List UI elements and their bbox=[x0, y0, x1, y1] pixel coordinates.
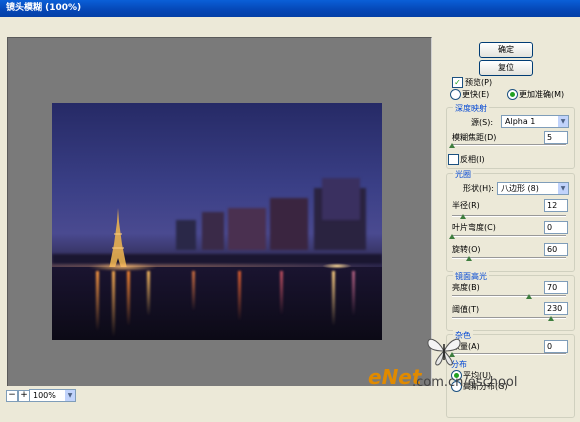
shape-value: 八边形 (8) bbox=[501, 184, 539, 193]
brightness-slider-thumb[interactable] bbox=[526, 294, 532, 299]
specular-header: 镜面高光 bbox=[453, 271, 489, 282]
invert-checkbox[interactable] bbox=[448, 154, 459, 165]
chevron-down-icon: ▼ bbox=[558, 183, 568, 194]
rotation-label: 旋转(O) bbox=[452, 245, 481, 254]
threshold-label: 阈值(T) bbox=[452, 305, 480, 314]
threshold-slider-thumb[interactable] bbox=[548, 316, 554, 321]
preview-canvas[interactable] bbox=[7, 37, 432, 404]
shape-label: 形状(H): bbox=[463, 184, 494, 193]
butterfly-icon bbox=[427, 338, 461, 366]
radius-label: 半径(R) bbox=[452, 201, 480, 210]
watermark-url: .com.cn/eschool bbox=[412, 375, 518, 390]
title-bar: 镜头模糊 (100%) bbox=[0, 0, 580, 17]
brightness-label: 亮度(B) bbox=[452, 283, 480, 292]
depth-map-header: 深度映射 bbox=[453, 103, 489, 114]
zoom-value: 100% bbox=[33, 391, 56, 400]
invert-label: 反相(I) bbox=[460, 155, 485, 164]
more-accurate-label: 更加准确(M) bbox=[519, 90, 565, 99]
curvature-slider-thumb[interactable] bbox=[449, 234, 455, 239]
source-label: 源(S): bbox=[471, 118, 494, 127]
preview-label: 预览(P) bbox=[465, 78, 493, 87]
amount-track bbox=[452, 353, 566, 355]
blur-focal-track bbox=[452, 144, 566, 146]
curvature-input[interactable]: 0 bbox=[544, 221, 568, 234]
chevron-down-icon: ▼ bbox=[65, 390, 75, 401]
threshold-input[interactable]: 230 bbox=[544, 302, 568, 315]
rotation-slider-thumb[interactable] bbox=[466, 256, 472, 261]
chevron-down-icon: ▼ bbox=[558, 116, 568, 127]
curvature-label: 叶片弯度(C) bbox=[452, 223, 496, 232]
shape-select[interactable]: 八边形 (8) ▼ bbox=[497, 182, 569, 195]
zoom-select[interactable]: 100% ▼ bbox=[29, 389, 76, 402]
faster-label: 更快(E) bbox=[462, 90, 490, 99]
zoom-out-button[interactable]: − bbox=[6, 390, 18, 402]
radius-slider-thumb[interactable] bbox=[460, 214, 466, 219]
radius-input[interactable]: 12 bbox=[544, 199, 568, 212]
window-title: 镜头模糊 (100%) bbox=[6, 3, 82, 13]
preview-checkbox[interactable]: ✓ bbox=[452, 77, 463, 88]
ok-button[interactable]: 确定 bbox=[479, 42, 533, 58]
amount-input[interactable]: 0 bbox=[544, 340, 568, 353]
more-accurate-radio[interactable] bbox=[507, 89, 518, 100]
dialog-body: − + 100% ▼ 确定 复位 ✓ 预览(P) 更快(E) 更加准确(M) 深… bbox=[0, 17, 580, 418]
settings-panel: 确定 复位 ✓ 预览(P) 更快(E) 更加准确(M) 深度映射 源(S): A… bbox=[443, 34, 580, 422]
brightness-track bbox=[452, 295, 566, 297]
radius-track bbox=[452, 215, 566, 217]
blur-focal-label: 模糊焦距(D) bbox=[452, 133, 497, 142]
rotation-input[interactable]: 60 bbox=[544, 243, 568, 256]
blur-focal-slider-thumb[interactable] bbox=[449, 143, 455, 148]
source-select[interactable]: Alpha 1 ▼ bbox=[501, 115, 569, 128]
curvature-track bbox=[452, 235, 566, 237]
blur-focal-input[interactable]: 5 bbox=[544, 131, 568, 144]
brightness-input[interactable]: 70 bbox=[544, 281, 568, 294]
preview-image bbox=[52, 103, 382, 340]
iris-header: 光圈 bbox=[453, 169, 473, 180]
reset-button[interactable]: 复位 bbox=[479, 60, 533, 76]
faster-radio[interactable] bbox=[450, 89, 461, 100]
source-value: Alpha 1 bbox=[505, 117, 536, 126]
